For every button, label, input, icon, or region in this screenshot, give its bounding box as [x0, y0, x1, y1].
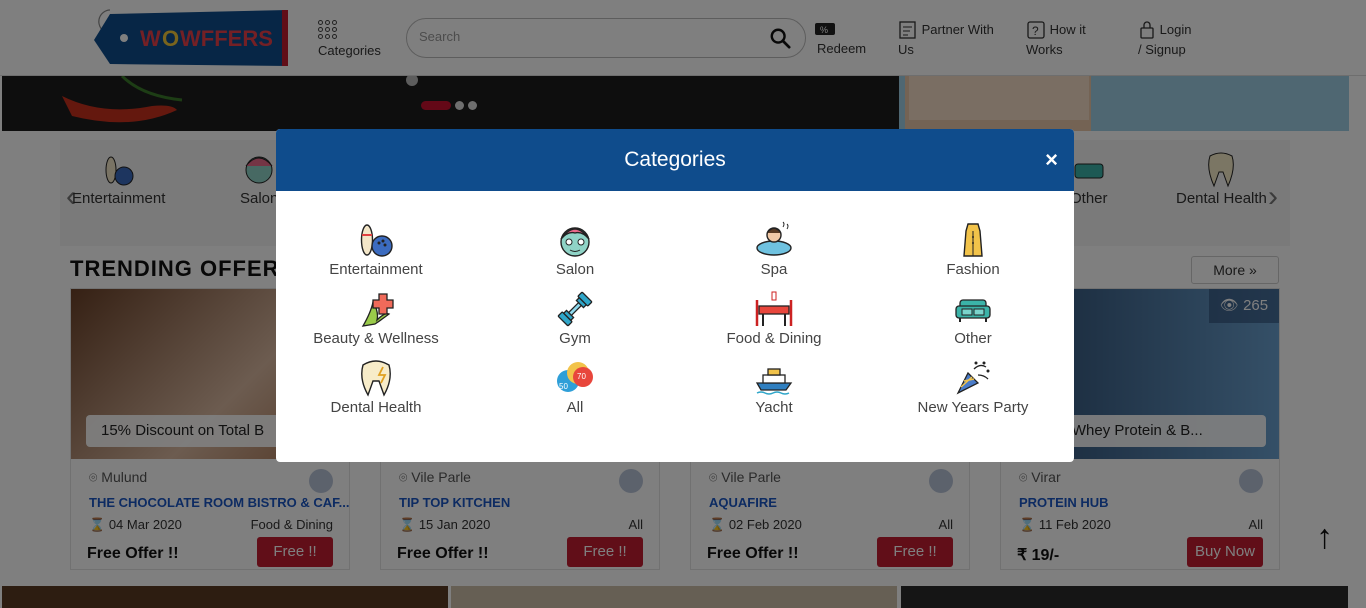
category-salon[interactable]: Salon [475, 221, 675, 279]
category-yacht[interactable]: Yacht [674, 359, 874, 417]
category-beauty-wellness[interactable]: Beauty & Wellness [276, 290, 476, 348]
modal-title: Categories [624, 148, 726, 171]
categories-modal: Categories × Entertainment Salon Spa Fas… [276, 129, 1074, 462]
category-label: Fashion [946, 261, 1000, 278]
dress-icon [963, 223, 983, 257]
dumbbell-icon [557, 291, 593, 327]
party-popper-icon [956, 361, 990, 395]
category-label: Other [954, 330, 992, 347]
category-label: Gym [559, 330, 591, 347]
category-label: Yacht [755, 399, 793, 416]
category-label: Entertainment [329, 261, 423, 278]
category-label: Spa [760, 261, 788, 278]
svg-text:50: 50 [559, 382, 568, 391]
category-label: Salon [555, 261, 595, 278]
category-gym[interactable]: Gym [475, 290, 675, 348]
category-label: All [566, 399, 584, 416]
yacht-icon [755, 368, 793, 395]
sofa-icon [955, 299, 991, 322]
modal-header: Categories × [276, 129, 1074, 191]
category-label: New Years Party [917, 399, 1029, 416]
close-icon[interactable]: × [1045, 147, 1058, 173]
leaf-plus-icon [361, 293, 394, 327]
category-fashion[interactable]: Fashion [873, 221, 1073, 279]
category-food-dining[interactable]: Food & Dining [674, 290, 874, 348]
category-other[interactable]: Other [873, 290, 1073, 348]
discount-tags-icon: 50 70 [557, 362, 593, 392]
category-label: Beauty & Wellness [313, 330, 439, 347]
face-mask-icon [560, 227, 590, 257]
svg-text:70: 70 [577, 372, 586, 381]
category-label: Food & Dining [726, 330, 822, 347]
tooth-icon [361, 360, 391, 397]
category-dental-health[interactable]: Dental Health [276, 359, 476, 417]
bowling-icon [360, 224, 393, 257]
spa-icon [756, 221, 792, 256]
category-spa[interactable]: Spa [674, 221, 874, 279]
category-entertainment[interactable]: Entertainment [276, 221, 476, 279]
category-new-years-party[interactable]: New Years Party [873, 359, 1073, 417]
category-all[interactable]: 50 70 All [475, 359, 675, 417]
category-label: Dental Health [330, 399, 422, 416]
dining-table-icon [755, 291, 793, 326]
